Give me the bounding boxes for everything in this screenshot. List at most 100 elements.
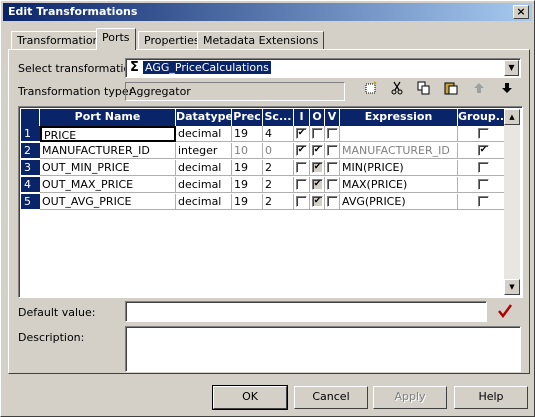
checkbox-i[interactable] <box>296 196 307 207</box>
row-number[interactable]: 5 <box>21 194 40 210</box>
tab-properties[interactable]: Properties <box>138 31 206 49</box>
cell-scale[interactable]: 0 <box>263 143 294 159</box>
ok-button[interactable]: OK <box>212 385 288 410</box>
cell-i[interactable]: ✔ <box>294 126 310 142</box>
ports-grid[interactable]: Port Name Datatype Prec Sc... I O V Expr… <box>18 106 523 298</box>
checkbox-group[interactable] <box>478 128 489 139</box>
cell-type[interactable]: decimal <box>176 177 232 193</box>
scroll-up-icon[interactable]: ▲ <box>504 109 520 125</box>
cell-v[interactable] <box>325 177 340 193</box>
checkbox-o[interactable]: ✔ <box>312 145 323 156</box>
cell-type[interactable]: decimal <box>176 194 232 210</box>
tab-metadata-extensions[interactable]: Metadata Extensions <box>197 31 325 49</box>
select-transformation-combo[interactable]: Σ AGG_PriceCalculations ▼ <box>125 58 521 78</box>
copy-icon[interactable] <box>415 81 433 99</box>
chevron-down-icon[interactable]: ▼ <box>504 60 519 76</box>
cell-o[interactable]: ✔ <box>310 143 325 159</box>
cell-expr[interactable]: MIN(PRICE) <box>340 160 458 176</box>
tab-transformation[interactable]: Transformation <box>11 31 106 49</box>
cell-prec[interactable]: 19 <box>232 177 263 193</box>
checkbox-o[interactable]: ✔ <box>312 162 323 173</box>
cancel-button[interactable]: Cancel <box>294 386 368 409</box>
cell-name[interactable]: OUT_AVG_PRICE <box>40 194 176 210</box>
cell-prec[interactable]: 10 <box>232 143 263 159</box>
description-textarea[interactable] <box>125 326 521 372</box>
row-number[interactable]: 3 <box>21 160 40 176</box>
cell-type[interactable]: decimal <box>176 126 232 142</box>
row-number[interactable]: 1 <box>21 126 40 142</box>
cell-name[interactable]: OUT_MAX_PRICE <box>40 177 176 193</box>
cell-name[interactable]: PRICE <box>40 126 176 142</box>
cell-type[interactable]: decimal <box>176 160 232 176</box>
checkbox-i[interactable]: ✔ <box>296 128 307 139</box>
cell-name[interactable]: MANUFACTURER_ID <box>40 143 176 159</box>
cell-expr[interactable]: MAX(PRICE) <box>340 177 458 193</box>
checkbox-o[interactable] <box>312 128 323 139</box>
default-value-input[interactable] <box>125 301 487 322</box>
checkbox-group[interactable] <box>478 179 489 190</box>
cell-expr[interactable]: AVG(PRICE) <box>340 194 458 210</box>
row-number[interactable]: 4 <box>21 177 40 193</box>
title-bar[interactable]: Edit Transformations × <box>3 3 532 21</box>
cell-scale[interactable]: 4 <box>263 126 294 142</box>
col-header-datatype[interactable]: Datatype <box>176 109 232 126</box>
new-port-icon[interactable] <box>362 81 380 99</box>
cell-i[interactable]: ✔ <box>294 143 310 159</box>
checkbox-group[interactable] <box>478 196 489 207</box>
cell-v[interactable] <box>325 160 340 176</box>
validate-check-icon[interactable] <box>497 303 513 322</box>
col-header-scale[interactable]: Sc... <box>263 109 294 126</box>
checkbox-group[interactable] <box>478 162 489 173</box>
cell-o[interactable]: ✔ <box>310 160 325 176</box>
cell-scale[interactable]: 2 <box>263 160 294 176</box>
col-header-variable[interactable]: V <box>325 109 340 126</box>
checkbox-v[interactable] <box>327 196 338 207</box>
checkbox-i[interactable] <box>296 162 307 173</box>
cell-name[interactable]: OUT_MIN_PRICE <box>40 160 176 176</box>
cell-o[interactable]: ✔ <box>310 194 325 210</box>
cell-type[interactable]: integer <box>176 143 232 159</box>
checkbox-group[interactable]: ✔ <box>478 145 489 156</box>
cell-i[interactable] <box>294 177 310 193</box>
cell-group[interactable] <box>458 126 505 142</box>
checkbox-v[interactable] <box>327 162 338 173</box>
tab-ports[interactable]: Ports <box>96 28 136 50</box>
cell-scale[interactable]: 2 <box>263 177 294 193</box>
col-header-output[interactable]: O <box>310 109 325 126</box>
vertical-scrollbar[interactable]: ▲ ▼ <box>504 109 520 295</box>
cell-prec[interactable]: 19 <box>232 194 263 210</box>
cell-o[interactable] <box>310 126 325 142</box>
checkbox-i[interactable]: ✔ <box>296 145 307 156</box>
col-header-input[interactable]: I <box>294 109 310 126</box>
cell-group[interactable] <box>458 177 505 193</box>
checkbox-o[interactable]: ✔ <box>312 196 323 207</box>
checkbox-o[interactable]: ✔ <box>312 179 323 190</box>
cell-expr[interactable]: MANUFACTURER_ID <box>340 143 458 159</box>
row-number[interactable]: 2 <box>21 143 40 159</box>
col-header-group-by[interactable]: Group... <box>458 109 505 126</box>
col-header-prec[interactable]: Prec <box>232 109 263 126</box>
cell-group[interactable] <box>458 160 505 176</box>
checkbox-v[interactable] <box>327 145 338 156</box>
cell-prec[interactable]: 19 <box>232 126 263 142</box>
paste-icon[interactable] <box>442 81 460 99</box>
cell-group[interactable] <box>458 194 505 210</box>
col-header-port-name[interactable]: Port Name <box>40 109 176 126</box>
cut-icon[interactable] <box>388 81 406 99</box>
checkbox-v[interactable] <box>327 179 338 190</box>
close-button[interactable]: × <box>513 5 529 19</box>
cell-i[interactable] <box>294 160 310 176</box>
help-button[interactable]: Help <box>454 386 528 409</box>
scroll-down-icon[interactable]: ▼ <box>504 279 520 295</box>
checkbox-v[interactable] <box>327 128 338 139</box>
cell-scale[interactable]: 2 <box>263 194 294 210</box>
apply-button[interactable]: Apply <box>373 386 447 409</box>
col-header-expression[interactable]: Expression <box>340 109 458 126</box>
cell-i[interactable] <box>294 194 310 210</box>
cell-v[interactable] <box>325 143 340 159</box>
cell-expr[interactable] <box>340 126 458 142</box>
cell-prec[interactable]: 19 <box>232 160 263 176</box>
checkbox-i[interactable] <box>296 179 307 190</box>
move-up-icon[interactable] <box>470 81 488 99</box>
cell-v[interactable] <box>325 194 340 210</box>
